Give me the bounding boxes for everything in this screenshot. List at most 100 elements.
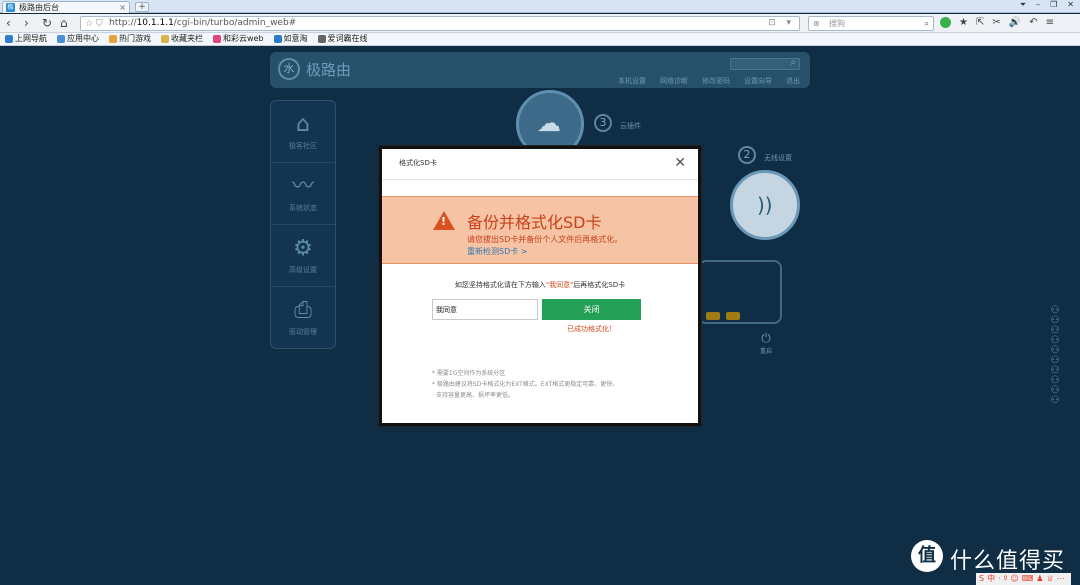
warning-icon: ! bbox=[433, 211, 455, 230]
ethernet-port-icon bbox=[726, 312, 740, 320]
navigation-bar: ‹ › ↻ ⌂ ☆ ⛉ http://10.1.1.1/cgi-bin/turb… bbox=[0, 14, 1080, 33]
warning-title: 备份并格式化SD卡 bbox=[467, 213, 602, 232]
forward-icon[interactable]: › bbox=[24, 16, 29, 30]
sidebar-item-advanced[interactable]: ⚙ 高级设置 bbox=[271, 225, 335, 287]
gear-icon: ⚙ bbox=[293, 236, 313, 261]
bookmark-icon bbox=[5, 35, 13, 43]
reboot-button[interactable]: ⏻ 重启 bbox=[760, 331, 772, 355]
note-line: * 需要1G空间作为系统分区 bbox=[432, 370, 506, 377]
minimize-icon[interactable]: – bbox=[1036, 0, 1040, 10]
screenshot-icon[interactable]: ✂ bbox=[992, 17, 1000, 28]
note-line: * 极路由建议将SD卡格式化为EXT格式。EXT格式更稳定可靠、更快、 bbox=[432, 381, 619, 388]
extension-icon[interactable] bbox=[940, 17, 951, 28]
favorites-icon[interactable]: ★ bbox=[959, 17, 968, 28]
reload-icon[interactable]: ↻ bbox=[42, 16, 52, 30]
side-status-column: ⚇ ⚇ ⚇ ⚇ ⚇ ⚇ ⚇ ⚇ ⚇ ⚇ bbox=[1040, 306, 1070, 406]
bookmark-label: 爱词霸在线 bbox=[327, 34, 368, 43]
status-icon: ⚇ bbox=[1050, 395, 1060, 406]
step-label: 云插件 bbox=[620, 122, 641, 130]
warning-banner: ! 备份并格式化SD卡 请您拔出SD卡并备份个人文件后再格式化。 重新检测SD卡… bbox=[382, 196, 698, 264]
tab-close-icon[interactable]: × bbox=[119, 2, 126, 13]
router-sidebar: ⌂ 极客社区 〰 系统状态 ⚙ 高级设置 ⎙ 驱动管理 bbox=[270, 100, 336, 349]
logo-text: 极路由 bbox=[306, 61, 352, 79]
nav-setup-wizard[interactable]: 设置向导 bbox=[744, 76, 772, 86]
address-bar[interactable]: ☆ ⛉ http://10.1.1.1/cgi-bin/turbo/admin_… bbox=[80, 16, 800, 31]
search-icon[interactable]: ⌕ bbox=[925, 17, 929, 30]
bookmark-label: 如意淘 bbox=[283, 34, 308, 43]
sidebar-item-drivers[interactable]: ⎙ 驱动管理 bbox=[271, 287, 335, 349]
instruction-text: 后再格式化SD卡 bbox=[573, 281, 626, 289]
nav-network-diagnosis[interactable]: 网络诊断 bbox=[660, 76, 688, 86]
success-message: 已成功格式化！ bbox=[567, 325, 616, 333]
wifi-icon: )) bbox=[757, 193, 773, 217]
nav-logout[interactable]: 退出 bbox=[786, 76, 800, 86]
skin-icon[interactable]: ⏷ bbox=[1020, 0, 1026, 10]
undo-icon[interactable]: ↶ bbox=[1029, 17, 1037, 28]
sidebar-item-label: 驱动管理 bbox=[289, 328, 317, 336]
bookmark-item[interactable]: 收藏夹栏 bbox=[161, 33, 203, 45]
window-controls: ⏷ – ❐ ✕ bbox=[1020, 0, 1074, 10]
new-tab-button[interactable]: + bbox=[135, 2, 149, 12]
browser-tab[interactable]: 极 极路由后台 × bbox=[2, 1, 130, 13]
step-number: 2 bbox=[738, 146, 756, 164]
bookmark-item[interactable]: 爱词霸在线 bbox=[317, 33, 368, 45]
search-engine-icon[interactable]: ⊛ bbox=[813, 17, 820, 30]
recheck-sd-link[interactable]: 重新检测SD卡 > bbox=[467, 246, 527, 257]
router-header-nav: 本机设置 网络诊断 修改密码 设置向导 退出 bbox=[618, 76, 800, 86]
search-box[interactable]: ⊛ 搜狗 ⌕ bbox=[808, 16, 934, 31]
restore-icon[interactable]: ❐ bbox=[1050, 0, 1057, 10]
router-illustration bbox=[698, 260, 782, 324]
sidebar-item-community[interactable]: ⌂ 极客社区 bbox=[271, 101, 335, 163]
bookmark-label: 上网导航 bbox=[15, 34, 47, 43]
url-dropdown-icon[interactable]: ⊡ ▾ bbox=[768, 17, 795, 30]
confirm-text-input[interactable] bbox=[432, 299, 538, 320]
back-icon[interactable]: ‹ bbox=[6, 16, 11, 30]
nav-change-password[interactable]: 修改密码 bbox=[702, 76, 730, 86]
sidebar-item-label: 高级设置 bbox=[289, 266, 317, 274]
tab-title: 极路由后台 bbox=[19, 3, 59, 12]
menu-icon[interactable]: ≡ bbox=[1046, 17, 1054, 28]
toolbar-icons: ★ ⇱ ✂ 🔊 ↶ ≡ bbox=[940, 17, 1054, 28]
bookmark-icon bbox=[317, 35, 326, 43]
nav-local-settings[interactable]: 本机设置 bbox=[618, 76, 646, 86]
instruction-text: 如您坚持格式化请在下方输入 bbox=[454, 281, 546, 289]
wireless-settings-button[interactable]: )) bbox=[730, 170, 800, 240]
bookmark-item[interactable]: 和彩云web bbox=[213, 33, 264, 45]
share-icon[interactable]: ⇱ bbox=[976, 17, 984, 28]
search-placeholder: 搜狗 bbox=[829, 19, 845, 28]
close-button[interactable]: 关闭 bbox=[542, 299, 641, 320]
bookmark-star-icon[interactable]: ☆ ⛉ bbox=[85, 18, 103, 31]
sidebar-item-label: 极客社区 bbox=[289, 142, 317, 150]
warning-message: 请您拔出SD卡并备份个人文件后再格式化。 bbox=[467, 235, 623, 244]
home-icon[interactable]: ⌂ bbox=[60, 16, 68, 30]
dialog-header: 格式化SD卡 ✕ bbox=[382, 149, 698, 180]
tab-strip: 极 极路由后台 × + ⏷ – ❐ ✕ bbox=[0, 0, 1080, 13]
url-prefix: http:// bbox=[109, 18, 137, 28]
router-search-input[interactable]: ⌕ bbox=[730, 57, 800, 70]
bookmark-item[interactable]: 应用中心 bbox=[57, 33, 99, 45]
dialog-title: 格式化SD卡 bbox=[399, 159, 437, 167]
device-icon: ⎙ bbox=[294, 298, 312, 323]
format-notes: * 需要1G空间作为系统分区 * 极路由建议将SD卡格式化为EXT格式。EXT格… bbox=[432, 368, 618, 401]
bookmark-label: 和彩云web bbox=[223, 34, 264, 43]
confirm-instruction: 如您坚持格式化请在下方输入"我同意"后再格式化SD卡 bbox=[382, 280, 698, 290]
router-favicon-icon: 极 bbox=[6, 3, 15, 12]
bookmark-label: 收藏夹栏 bbox=[171, 34, 203, 43]
watermark-logo-icon: 值 bbox=[911, 540, 943, 572]
window-close-icon[interactable]: ✕ bbox=[1067, 0, 1074, 10]
search-icon[interactable]: ⌕ bbox=[790, 57, 796, 68]
close-icon[interactable]: ✕ bbox=[674, 155, 686, 171]
volume-icon[interactable]: 🔊 bbox=[1009, 17, 1021, 28]
power-icon: ⏻ bbox=[761, 331, 771, 345]
bookmark-item[interactable]: 如意淘 bbox=[273, 33, 308, 45]
bookmark-item[interactable]: 上网导航 bbox=[5, 33, 47, 45]
bookmark-item[interactable]: 热门游戏 bbox=[109, 33, 151, 45]
step-number: 3 bbox=[594, 114, 612, 132]
folder-icon bbox=[161, 35, 169, 43]
pulse-icon: 〰 bbox=[291, 174, 314, 199]
ime-toolbar[interactable]: S中·º☺⌨♟♕⋯ bbox=[976, 573, 1071, 585]
bookmark-icon bbox=[109, 35, 117, 43]
bookmark-icon bbox=[57, 35, 65, 43]
sidebar-item-system-status[interactable]: 〰 系统状态 bbox=[271, 163, 335, 225]
sidebar-item-label: 系统状态 bbox=[289, 204, 317, 212]
